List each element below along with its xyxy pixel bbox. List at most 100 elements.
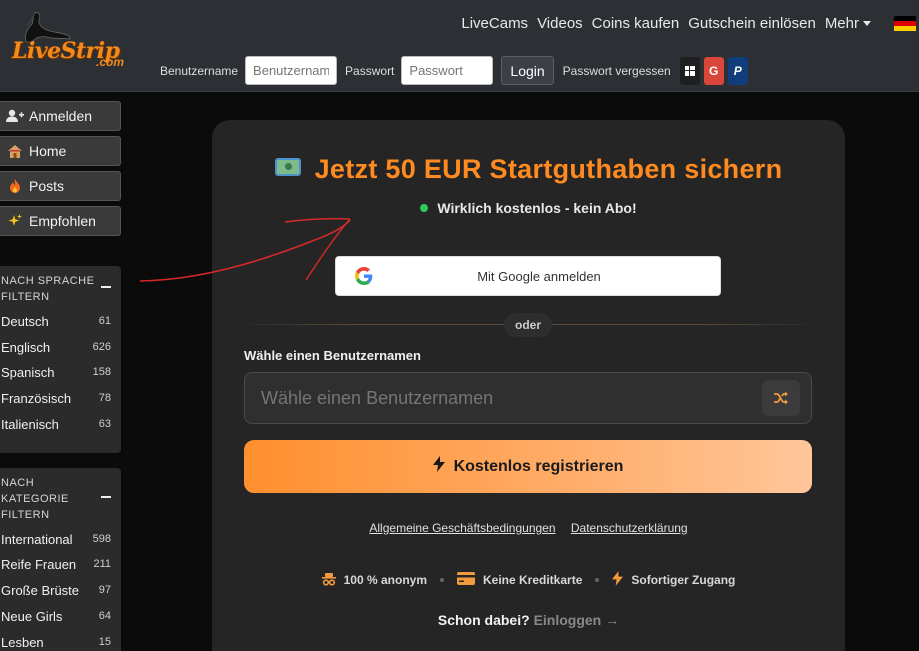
google-signin-button[interactable]: Mit Google anmelden (335, 256, 721, 296)
windows-login-button[interactable] (679, 56, 700, 85)
category-label: International (1, 531, 73, 547)
category-count: 598 (92, 533, 111, 545)
paypal-login-button[interactable]: P (727, 56, 748, 85)
legal-links: Allgemeine Geschäftsbedingungen Datensch… (212, 521, 845, 535)
language-item-spanisch[interactable]: Spanisch 158 (1, 363, 111, 381)
language-filter-title: NACH SPRACHE FILTERN (1, 275, 95, 303)
choose-username-label: Wähle einen Benutzernamen (244, 348, 421, 363)
category-label: Neue Girls (1, 608, 63, 624)
password-input[interactable] (401, 56, 494, 85)
language-label: Spanisch (1, 364, 55, 380)
category-count: 15 (98, 636, 111, 648)
language-item-deutsch[interactable]: Deutsch 61 (1, 312, 111, 330)
register-button-label: Kostenlos registrieren (453, 457, 624, 475)
shuffle-username-button[interactable] (762, 380, 800, 416)
language-label: Deutsch (1, 313, 49, 329)
arrow-right-icon: → (605, 612, 620, 628)
bolt-icon (432, 456, 445, 477)
language-count: 63 (98, 418, 111, 430)
category-item-international[interactable]: International 598 (1, 530, 111, 548)
german-flag-icon[interactable] (894, 15, 916, 31)
paypal-icon: P (733, 63, 742, 78)
windows-icon (684, 65, 695, 76)
feature-separator (440, 578, 444, 582)
logo[interactable]: LiveStrip .com (8, 10, 133, 72)
feature-anonym: 100 % anonym (321, 572, 427, 589)
sidebar-posts-button[interactable]: Posts (0, 171, 121, 201)
feature-separator (595, 578, 600, 582)
already-member-text: Schon dabei? (437, 612, 530, 628)
logo-suffix: .com (96, 55, 125, 69)
chevron-down-icon (863, 21, 871, 27)
divider-oder: oder (504, 313, 552, 337)
category-item-neue-girls[interactable]: Neue Girls 64 (1, 607, 111, 625)
nav-mehr-label: Mehr (824, 14, 859, 32)
category-label: Lesben (1, 634, 44, 650)
register-card: Jetzt 50 EUR Startguthaben sichern Wirkl… (212, 120, 845, 651)
house-icon (4, 144, 26, 158)
nav-livecams[interactable]: LiveCams (461, 15, 528, 32)
incognito-icon (321, 572, 336, 589)
category-filter-panel: NACH KATEGORIE FILTERN International 598 … (0, 468, 121, 651)
password-label: Passwort (345, 63, 395, 78)
money-icon (274, 158, 301, 176)
category-label: Reife Frauen (1, 556, 77, 572)
credit-card-icon (457, 572, 475, 588)
login-button[interactable]: Login (501, 56, 554, 85)
google-signin-label: Mit Google anmelden (477, 268, 601, 284)
login-link[interactable]: Einloggen (534, 612, 602, 628)
choose-username-input[interactable] (244, 372, 812, 424)
login-form: Benutzername Passwort Login Passwort ver… (160, 56, 748, 85)
google-login-button[interactable]: G (703, 56, 724, 85)
sidebar-anmelden-button[interactable]: Anmelden (0, 101, 121, 131)
register-button[interactable]: Kostenlos registrieren (244, 440, 812, 493)
terms-link[interactable]: Allgemeine Geschäftsbedingungen (369, 521, 555, 535)
category-count: 64 (98, 610, 111, 622)
nav-coins-kaufen[interactable]: Coins kaufen (592, 15, 680, 32)
google-logo-icon (355, 267, 373, 285)
sidebar-empfohlen-button[interactable]: Empfohlen (0, 206, 121, 236)
language-label: Französisch (1, 390, 72, 406)
subline: Wirklich kostenlos - kein Abo! (212, 200, 845, 216)
username-input[interactable] (245, 56, 338, 85)
feature-kreditkarte: Keine Kreditkarte (457, 572, 582, 588)
category-item-lesben[interactable]: Lesben 15 (1, 633, 111, 651)
language-count: 626 (92, 341, 111, 353)
feature-anonym-label: 100 % anonym (343, 573, 427, 587)
category-item-grosse-brueste[interactable]: Große Brüste 97 (1, 581, 111, 599)
sidebar-anmelden-label: Anmelden (29, 108, 93, 124)
main-nav: LiveCams Videos Coins kaufen Gutschein e… (461, 13, 919, 33)
category-label: Große Brüste (1, 582, 80, 598)
headline-text: Jetzt 50 EUR Startguthaben sichern (314, 154, 783, 184)
nav-mehr[interactable]: Mehr (825, 15, 871, 32)
privacy-link[interactable]: Datenschutzerklärung (571, 521, 688, 535)
sidebar-posts-label: Posts (29, 178, 65, 194)
language-item-franzoesisch[interactable]: Französisch 78 (1, 389, 111, 407)
category-count: 211 (93, 558, 111, 570)
category-filter-title: NACH KATEGORIE FILTERN (1, 477, 69, 521)
sparkles-icon (4, 214, 26, 228)
language-count: 158 (92, 366, 111, 378)
language-filter-panel: NACH SPRACHE FILTERN Deutsch 61 Englisch 6… (0, 266, 121, 453)
sidebar-home-button[interactable]: Home (0, 136, 121, 166)
status-dot-icon (420, 204, 429, 212)
forgot-password-link[interactable]: Passwort vergessen (563, 64, 671, 78)
collapse-minus-icon[interactable] (101, 496, 111, 498)
category-item-reife-frauen[interactable]: Reife Frauen 211 (1, 555, 111, 573)
add-user-icon (4, 109, 26, 123)
category-count: 97 (98, 584, 111, 596)
subline-text: Wirklich kostenlos - kein Abo! (437, 200, 637, 216)
language-count: 61 (98, 315, 111, 327)
category-filter-header[interactable]: NACH KATEGORIE FILTERN (0, 468, 121, 523)
collapse-minus-icon[interactable] (101, 286, 111, 288)
language-item-italienisch[interactable]: Italienisch 63 (1, 415, 111, 433)
nav-videos[interactable]: Videos (537, 15, 583, 32)
language-filter-header[interactable]: NACH SPRACHE FILTERN (0, 266, 121, 305)
fire-icon (4, 179, 26, 193)
nav-gutschein[interactable]: Gutschein einlösen (688, 15, 816, 32)
language-label: Englisch (1, 339, 51, 355)
language-item-englisch[interactable]: Englisch 626 (1, 338, 111, 356)
google-icon: G (709, 63, 719, 78)
feature-zugang: Sofortiger Zugang (612, 571, 735, 589)
feature-list: 100 % anonym Keine Kreditkarte Sofortige… (212, 571, 845, 589)
